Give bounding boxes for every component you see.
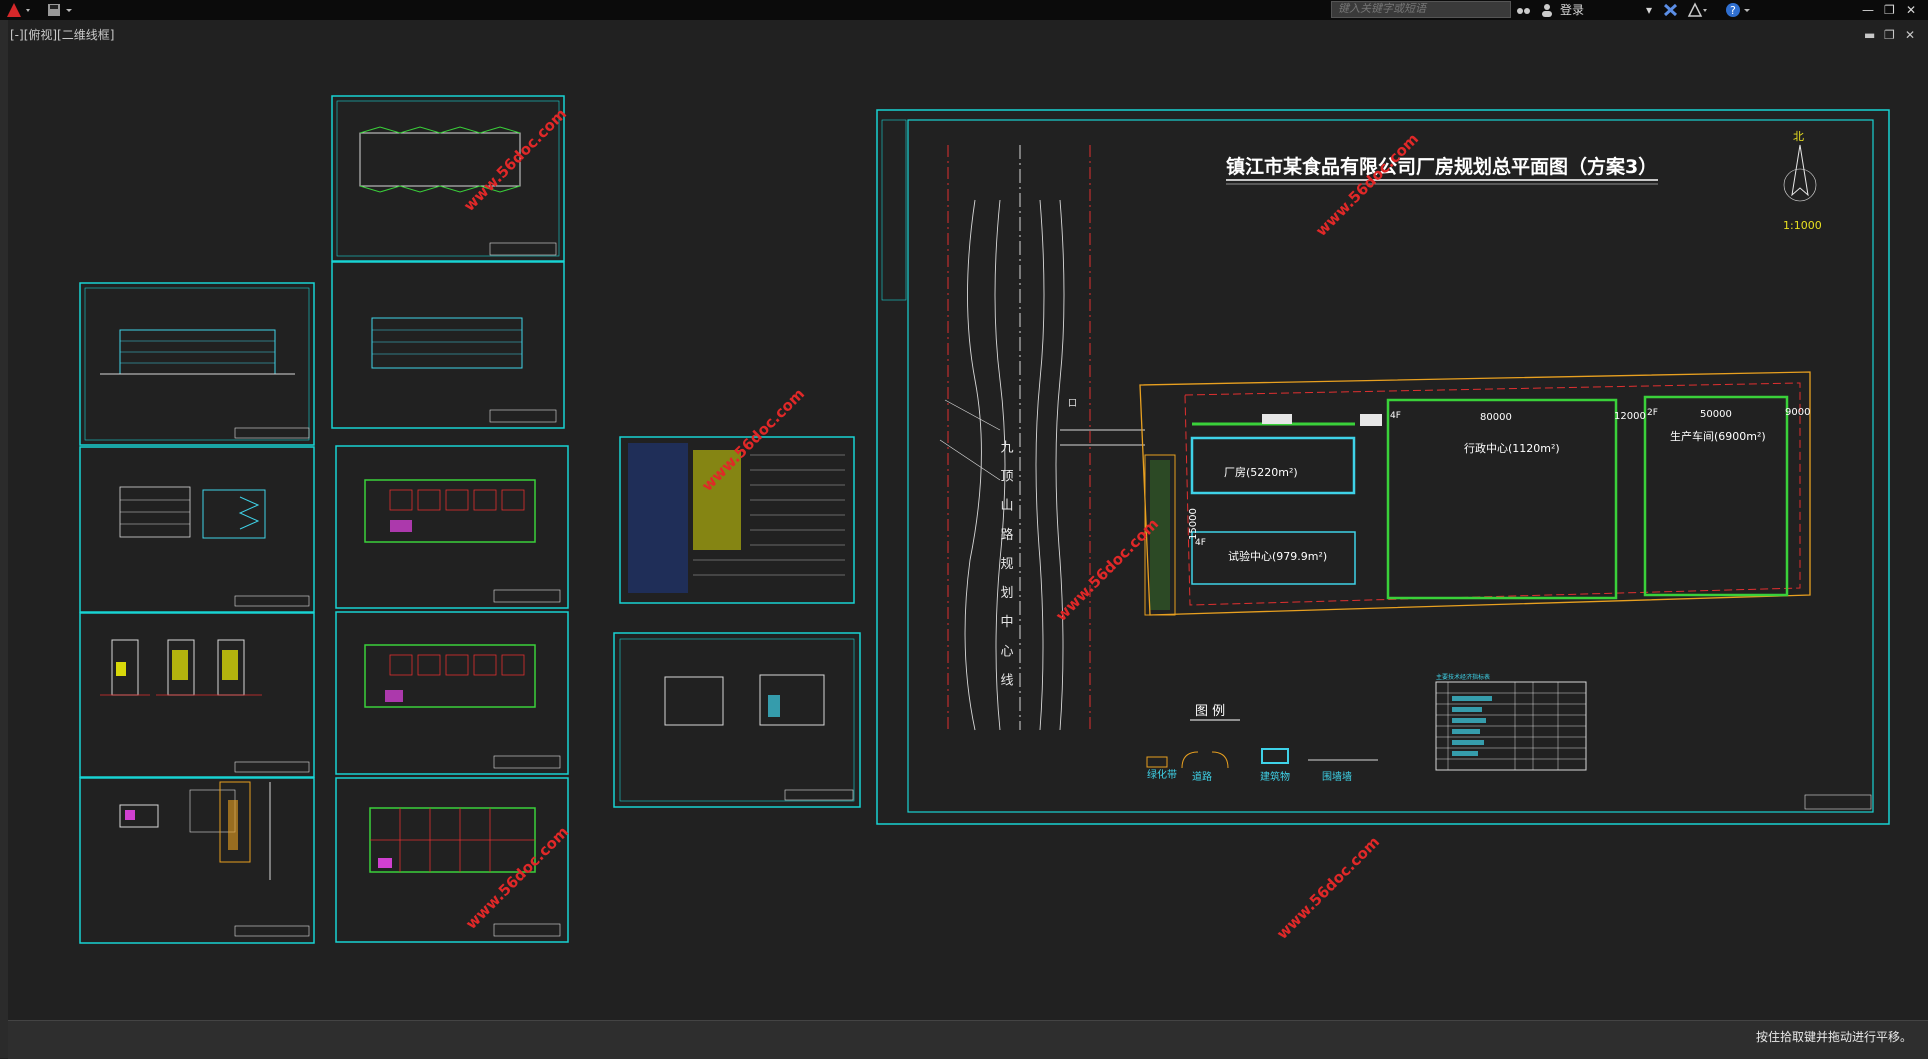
binoculars-icon[interactable] [1516,0,1532,20]
viewport-close-icon[interactable]: ✕ [1905,28,1915,42]
search-input[interactable] [1331,1,1511,18]
title-bar: 登录 ▾ ? — ❐ ✕ [0,0,1928,20]
viewport-minimize-icon[interactable]: ▬ [1864,28,1875,42]
close-icon[interactable]: ✕ [1906,0,1916,20]
autocad-logo-icon[interactable] [4,0,32,20]
help-icon[interactable]: ? [1724,0,1754,20]
minimize-icon[interactable]: — [1862,0,1874,20]
status-message: 按住拾取键并拖动进行平移。 [1755,1030,1912,1044]
quick-access-icon[interactable] [46,0,76,20]
viewport-label[interactable]: [-][俯视][二维线框] [10,26,114,43]
viewport-restore-icon[interactable]: ❐ [1884,28,1895,42]
drawing-canvas[interactable] [8,20,1928,1020]
status-bar [8,1020,1928,1059]
svg-text:?: ? [1730,4,1736,17]
restore-icon[interactable]: ❐ [1884,0,1895,20]
login-button[interactable]: 登录 [1560,0,1584,20]
chevron-down-icon[interactable]: ▾ [1646,0,1652,20]
a360-icon[interactable] [1686,0,1708,20]
user-icon[interactable] [1540,0,1554,20]
exchange-icon[interactable] [1662,0,1680,20]
